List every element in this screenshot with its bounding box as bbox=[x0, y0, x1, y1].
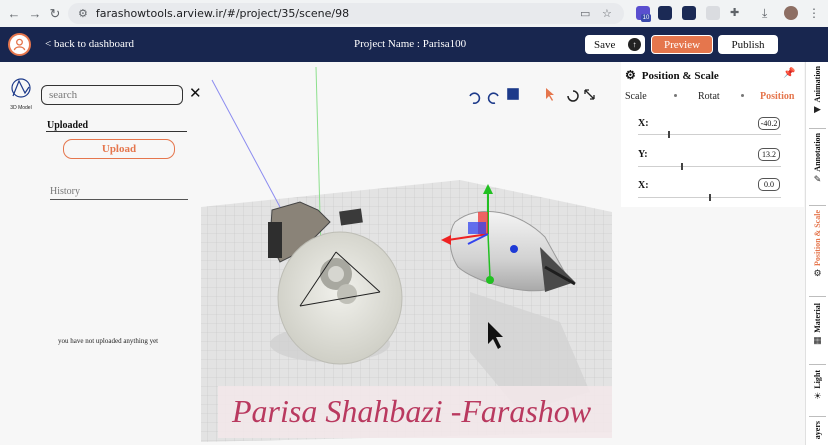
puzzle-extensions-icon[interactable]: ✚ bbox=[730, 6, 744, 20]
3d-model-tool[interactable]: 3D Model bbox=[6, 77, 36, 111]
3d-model-icon bbox=[11, 78, 31, 98]
annotation-icon: ✎ bbox=[813, 173, 822, 184]
empty-state-message: you have not uploaded anything yet bbox=[58, 337, 159, 345]
bookmark-star-icon[interactable]: ☆ bbox=[602, 7, 612, 20]
axis-label: X: bbox=[638, 180, 649, 191]
axis-label: X: bbox=[638, 118, 649, 129]
tab-label: Light bbox=[813, 370, 822, 389]
menu-kebab-icon[interactable]: ⋮ bbox=[808, 6, 822, 20]
upload-arrow-icon: ↑ bbox=[628, 38, 641, 51]
tab-label: Animation bbox=[813, 66, 822, 103]
download-icon[interactable]: ⤓ bbox=[762, 6, 776, 20]
panel-title: ⚙ Position & Scale bbox=[625, 68, 719, 83]
axis-line-blue bbox=[211, 79, 281, 208]
forward-arrow-icon[interactable]: → bbox=[24, 6, 46, 21]
mode-separator bbox=[674, 94, 677, 97]
browser-toolbar: ← → ↻ ⚙ farashowtools.arview.ir/#/projec… bbox=[0, 0, 828, 27]
extension-icon[interactable] bbox=[706, 6, 720, 20]
back-arrow-icon[interactable]: ← bbox=[3, 6, 25, 21]
light-icon: ☀ bbox=[813, 390, 822, 401]
side-tabs: Animation ▶ Annotation ✎ Position & Scal… bbox=[805, 62, 828, 445]
position-scale-panel: ⚙ Position & Scale 📌 Scale Rotat Positio… bbox=[621, 62, 804, 207]
redo-icon[interactable] bbox=[487, 92, 499, 105]
axis-slider[interactable] bbox=[638, 163, 781, 170]
mode-position[interactable]: Position bbox=[760, 91, 794, 102]
axis-slider[interactable] bbox=[638, 131, 781, 138]
search-input[interactable] bbox=[41, 85, 183, 105]
address-url[interactable]: farashowtools.arview.ir/#/project/35/sce… bbox=[96, 7, 349, 20]
tab-label: Position & Scale bbox=[813, 210, 822, 266]
axis-value-input[interactable]: -40.2 bbox=[758, 117, 780, 130]
slider-thumb[interactable] bbox=[667, 131, 671, 138]
user-avatar-icon[interactable] bbox=[8, 33, 31, 56]
divider bbox=[809, 205, 826, 206]
tab-position-scale[interactable]: Position & Scale ⚙ bbox=[806, 210, 828, 279]
axis-value-input[interactable]: 13.2 bbox=[758, 148, 780, 161]
publish-button[interactable]: Publish bbox=[718, 35, 778, 54]
tab-animation[interactable]: Animation ▶ bbox=[806, 66, 828, 115]
extension-icon[interactable] bbox=[658, 6, 672, 20]
divider bbox=[809, 296, 826, 297]
reload-icon[interactable]: ↻ bbox=[44, 6, 66, 22]
mode-rotate[interactable]: Rotat bbox=[698, 91, 720, 102]
cursor-icon[interactable] bbox=[546, 88, 554, 101]
slider-thumb[interactable] bbox=[680, 163, 684, 170]
divider bbox=[809, 416, 826, 417]
project-name: Project Name : Parisa100 bbox=[354, 38, 467, 50]
tab-label: Material bbox=[813, 303, 822, 333]
mode-scale[interactable]: Scale bbox=[625, 91, 647, 102]
viewport-toolbar bbox=[469, 88, 519, 105]
divider bbox=[50, 199, 188, 200]
undo-icon[interactable] bbox=[469, 92, 481, 105]
install-app-icon[interactable]: ▭ bbox=[580, 7, 590, 20]
tab-layers[interactable]: ayers bbox=[806, 421, 828, 439]
preview-button[interactable]: Preview bbox=[651, 35, 713, 54]
resize-icon[interactable] bbox=[584, 89, 595, 100]
save-button[interactable]: Save ↑ bbox=[585, 35, 645, 54]
save-label: Save bbox=[594, 38, 616, 51]
divider bbox=[809, 128, 826, 129]
3d-model-label: 3D Model bbox=[10, 105, 32, 111]
gear-icon: ⚙ bbox=[813, 268, 822, 278]
tab-material[interactable]: Material ▦ bbox=[806, 303, 828, 346]
material-icon: ▦ bbox=[813, 334, 822, 345]
slider-thumb[interactable] bbox=[708, 194, 712, 201]
site-settings-icon[interactable]: ⚙ bbox=[78, 7, 88, 20]
gear-icon: ⚙ bbox=[625, 68, 636, 82]
uploaded-heading[interactable]: Uploaded bbox=[47, 120, 88, 131]
left-panel: 3D Model ✕ Uploaded Upload History you h… bbox=[0, 73, 202, 445]
address-bar[interactable]: ⚙ farashowtools.arview.ir/#/project/35/s… bbox=[68, 3, 624, 24]
tab-label: Annotation bbox=[813, 133, 822, 172]
panel-title-text: Position & Scale bbox=[641, 69, 719, 82]
history-heading[interactable]: History bbox=[50, 186, 80, 197]
watermark-text: Parisa Shahbazi -Farashow bbox=[232, 393, 592, 429]
profile-icon[interactable] bbox=[784, 6, 798, 20]
mode-separator bbox=[741, 94, 744, 97]
axis-slider[interactable] bbox=[638, 194, 781, 201]
pin-icon[interactable]: 📌 bbox=[783, 68, 795, 79]
extension-icon[interactable] bbox=[682, 6, 696, 20]
divider bbox=[46, 131, 187, 132]
tab-annotation[interactable]: Annotation ✎ bbox=[806, 133, 828, 185]
back-to-dashboard-link[interactable]: < back to dashboard bbox=[45, 38, 134, 50]
tab-label: ayers bbox=[813, 421, 822, 440]
axis-value-input[interactable]: 0.0 bbox=[758, 178, 780, 191]
tab-light[interactable]: Light ☀ bbox=[806, 370, 828, 402]
close-icon[interactable]: ✕ bbox=[189, 85, 202, 103]
extension-badge: 10 bbox=[641, 14, 651, 22]
rotate-icon[interactable] bbox=[567, 90, 579, 102]
divider bbox=[809, 364, 826, 365]
upload-button[interactable]: Upload bbox=[63, 139, 175, 159]
play-icon: ▶ bbox=[814, 104, 821, 115]
save-disk-icon[interactable] bbox=[507, 88, 519, 100]
axis-label: Y: bbox=[638, 149, 648, 160]
app-header: < back to dashboard Project Name : Paris… bbox=[0, 27, 828, 62]
